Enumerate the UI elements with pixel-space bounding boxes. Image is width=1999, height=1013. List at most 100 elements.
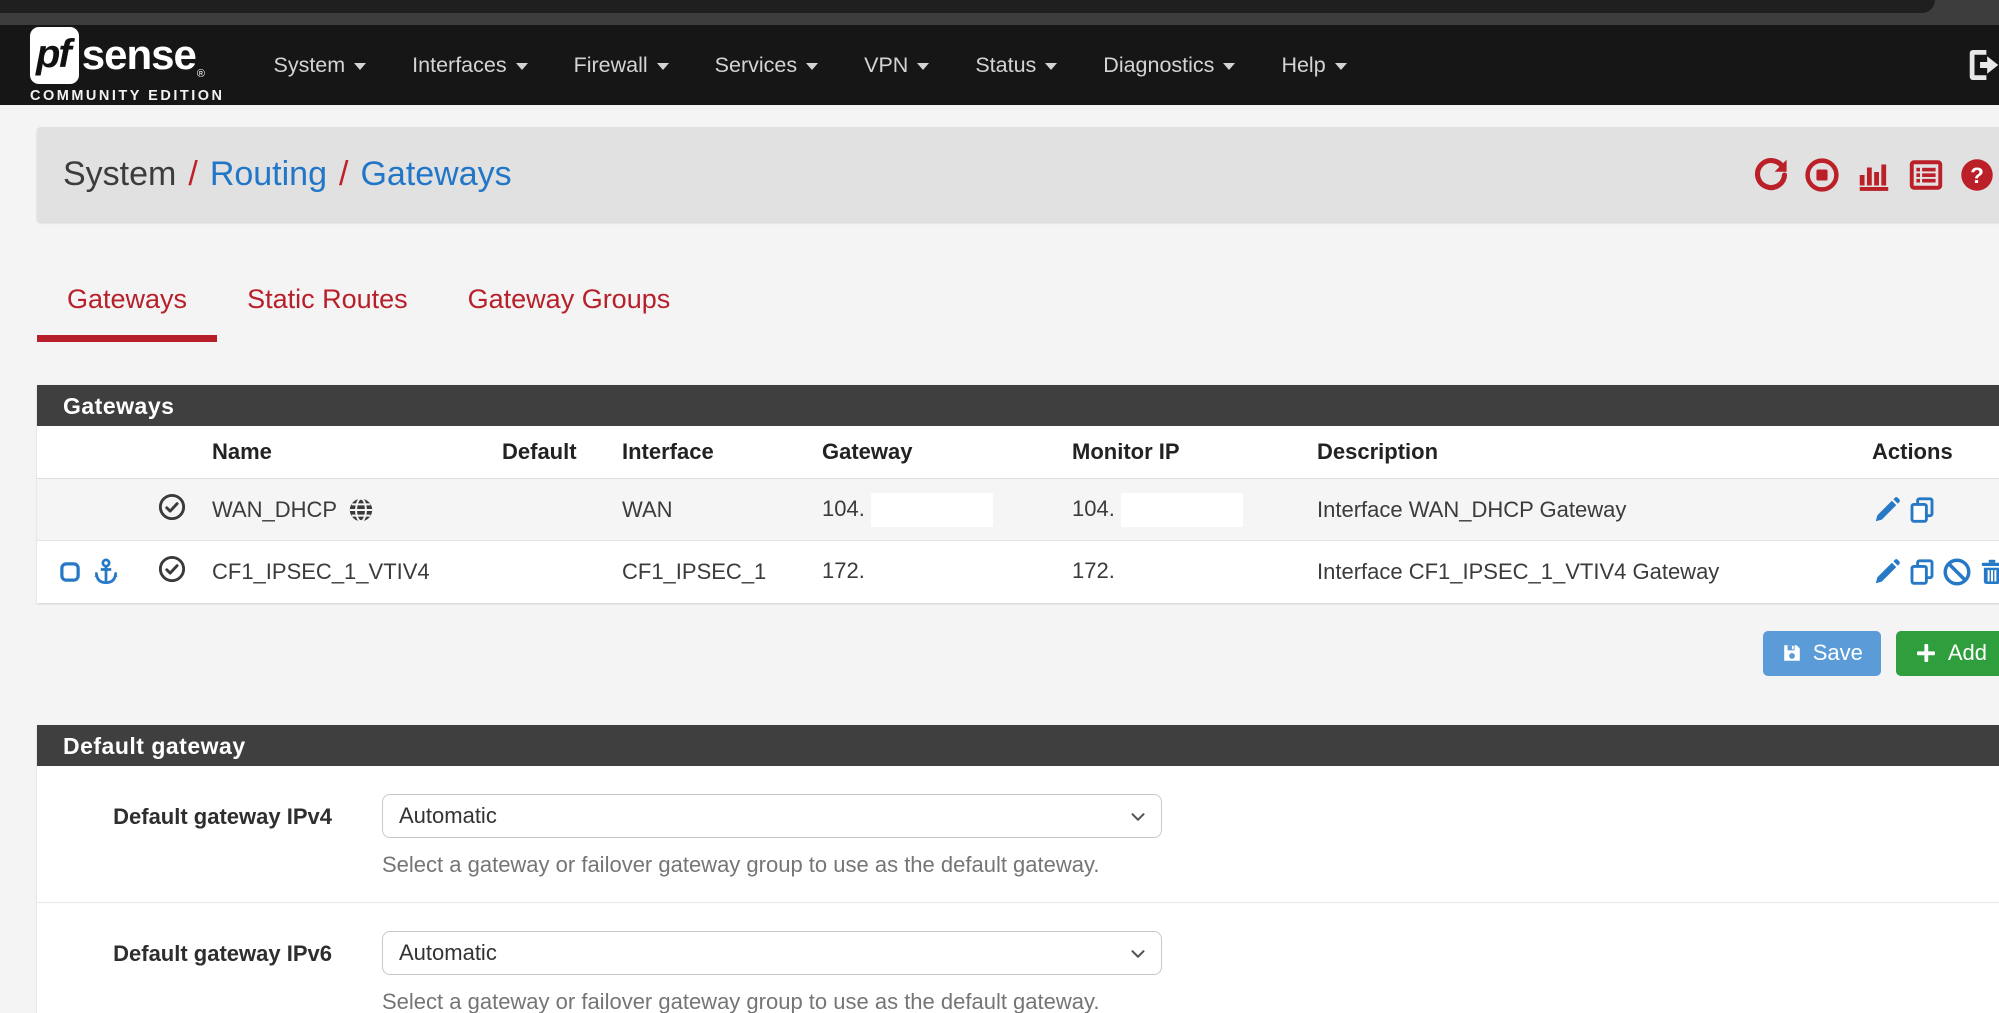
- menu-system[interactable]: System: [250, 53, 389, 78]
- gateway-name: CF1_IPSEC_1_VTIV4: [202, 541, 492, 603]
- top-navbar: pf sense ® COMMUNITY EDITION System Inte…: [0, 25, 1999, 105]
- help-icon[interactable]: ?: [1959, 157, 1995, 193]
- column-header-interface: Interface: [612, 426, 812, 479]
- logo-tagline: COMMUNITY EDITION: [30, 88, 224, 104]
- column-header-default: Default: [492, 426, 612, 479]
- tab-gateway-groups[interactable]: Gateway Groups: [438, 284, 701, 342]
- chevron-down-icon: [516, 63, 528, 70]
- redacted-value: [1121, 555, 1243, 589]
- save-button[interactable]: Save: [1763, 631, 1881, 676]
- selected-value: Automatic: [399, 940, 497, 966]
- breadcrumb: System / Routing / Gateways: [63, 155, 512, 194]
- main-menu: System Interfaces Firewall Services VPN …: [250, 53, 1369, 78]
- sign-out-icon[interactable]: [1961, 46, 1999, 84]
- default-gateway-panel-title: Default gateway: [37, 725, 1999, 766]
- default-gateway-panel: Default gateway Default gateway IPv4 Aut…: [37, 725, 1999, 1013]
- redacted-value: [1121, 493, 1243, 527]
- chevron-down-icon: [1127, 943, 1149, 965]
- ban-icon[interactable]: [1942, 557, 1972, 587]
- default-gateway-ipv4-select[interactable]: Automatic: [382, 794, 1162, 838]
- gateway-address: 172.: [822, 558, 865, 583]
- window-chrome: [0, 0, 1999, 25]
- menu-help[interactable]: Help: [1258, 53, 1369, 78]
- column-header-name: Name: [202, 426, 492, 479]
- column-header-icons: [37, 426, 147, 479]
- chevron-down-icon: [1223, 63, 1235, 70]
- copy-icon[interactable]: [1907, 495, 1937, 525]
- globe-icon: [347, 496, 375, 524]
- table-row: WAN_DHCP WAN 104. 10: [37, 479, 1999, 541]
- chevron-down-icon: [354, 63, 366, 70]
- page-header-icons: ?: [1753, 157, 1995, 193]
- save-button-label: Save: [1813, 640, 1863, 666]
- chevron-down-icon: [806, 63, 818, 70]
- trash-icon[interactable]: [1977, 557, 1999, 587]
- edit-icon[interactable]: [1872, 557, 1902, 587]
- refresh-icon[interactable]: [1753, 157, 1789, 193]
- menu-firewall[interactable]: Firewall: [551, 53, 692, 78]
- breadcrumb-link-routing[interactable]: Routing: [210, 155, 327, 194]
- pfsense-logo[interactable]: pf sense ® COMMUNITY EDITION: [30, 27, 224, 104]
- chevron-down-icon: [1335, 63, 1347, 70]
- chevron-down-icon: [1127, 806, 1149, 828]
- add-button[interactable]: Add: [1896, 631, 1999, 676]
- default-gateway-ipv4-help: Select a gateway or failover gateway gro…: [382, 852, 1162, 878]
- column-header-status: [147, 426, 202, 479]
- menu-vpn[interactable]: VPN: [841, 53, 952, 78]
- gateway-description: Interface CF1_IPSEC_1_VTIV4 Gateway: [1307, 541, 1862, 603]
- tab-gateways[interactable]: Gateways: [37, 284, 217, 342]
- tab-bar: Gateways Static Routes Gateway Groups: [37, 284, 1999, 342]
- gateway-interface: WAN: [612, 479, 812, 541]
- gateway-name: WAN_DHCP: [212, 497, 337, 523]
- form-row-ipv4: Default gateway IPv4 Automatic Select a …: [37, 766, 1999, 903]
- chart-icon[interactable]: [1855, 157, 1893, 193]
- redacted-value: [871, 493, 993, 527]
- copy-icon[interactable]: [1907, 557, 1937, 587]
- check-circle-icon: [157, 492, 187, 522]
- gateways-table: Name Default Interface Gateway Monitor I…: [37, 426, 1999, 603]
- breadcrumb-link-gateways[interactable]: Gateways: [360, 155, 511, 194]
- default-gateway-ipv6-help: Select a gateway or failover gateway gro…: [382, 989, 1162, 1013]
- add-button-label: Add: [1948, 640, 1987, 666]
- column-header-gateway: Gateway: [812, 426, 1062, 479]
- svg-text:?: ?: [1970, 162, 1984, 187]
- default-gateway-ipv4-label: Default gateway IPv4: [37, 794, 332, 878]
- checkbox-icon[interactable]: [57, 559, 83, 585]
- menu-services[interactable]: Services: [692, 53, 841, 78]
- default-gateway-ipv6-select[interactable]: Automatic: [382, 931, 1162, 975]
- chevron-down-icon: [657, 63, 669, 70]
- save-icon: [1781, 642, 1803, 664]
- monitor-ip: 172.: [1072, 558, 1115, 583]
- registered-mark: ®: [197, 68, 205, 80]
- logo-pf-tile: pf: [30, 27, 79, 84]
- breadcrumb-section: System: [63, 155, 176, 194]
- tab-static-routes[interactable]: Static Routes: [217, 284, 438, 342]
- gateway-default: [492, 541, 612, 603]
- action-button-bar: Save Add: [37, 631, 1999, 676]
- gateway-description: Interface WAN_DHCP Gateway: [1307, 479, 1862, 541]
- redacted-value: [871, 555, 993, 589]
- gateways-panel: Gateways Name Default Interface Gateway …: [37, 385, 1999, 603]
- page-content: System / Routing / Gateways: [37, 127, 1999, 1013]
- breadcrumb-separator: /: [188, 155, 197, 194]
- gateway-address: 104.: [822, 495, 865, 520]
- log-icon[interactable]: [1908, 157, 1944, 193]
- anchor-icon: [91, 557, 121, 587]
- logo-sense-text: sense: [82, 31, 196, 79]
- edit-icon[interactable]: [1872, 495, 1902, 525]
- chevron-down-icon: [1045, 63, 1057, 70]
- check-circle-icon: [157, 554, 187, 584]
- browser-tab-remnant: [0, 0, 1935, 13]
- menu-diagnostics[interactable]: Diagnostics: [1080, 53, 1258, 78]
- column-header-actions: Actions: [1862, 426, 1999, 479]
- form-row-ipv6: Default gateway IPv6 Automatic Select a …: [37, 903, 1999, 1013]
- menu-interfaces[interactable]: Interfaces: [389, 53, 550, 78]
- gateways-panel-title: Gateways: [37, 385, 1999, 426]
- breadcrumb-bar: System / Routing / Gateways: [37, 127, 1999, 222]
- stop-icon[interactable]: [1804, 157, 1840, 193]
- menu-status[interactable]: Status: [952, 53, 1080, 78]
- breadcrumb-separator: /: [339, 155, 348, 194]
- plus-icon: [1914, 641, 1938, 665]
- column-header-monitor-ip: Monitor IP: [1062, 426, 1307, 479]
- gateway-default: [492, 479, 612, 541]
